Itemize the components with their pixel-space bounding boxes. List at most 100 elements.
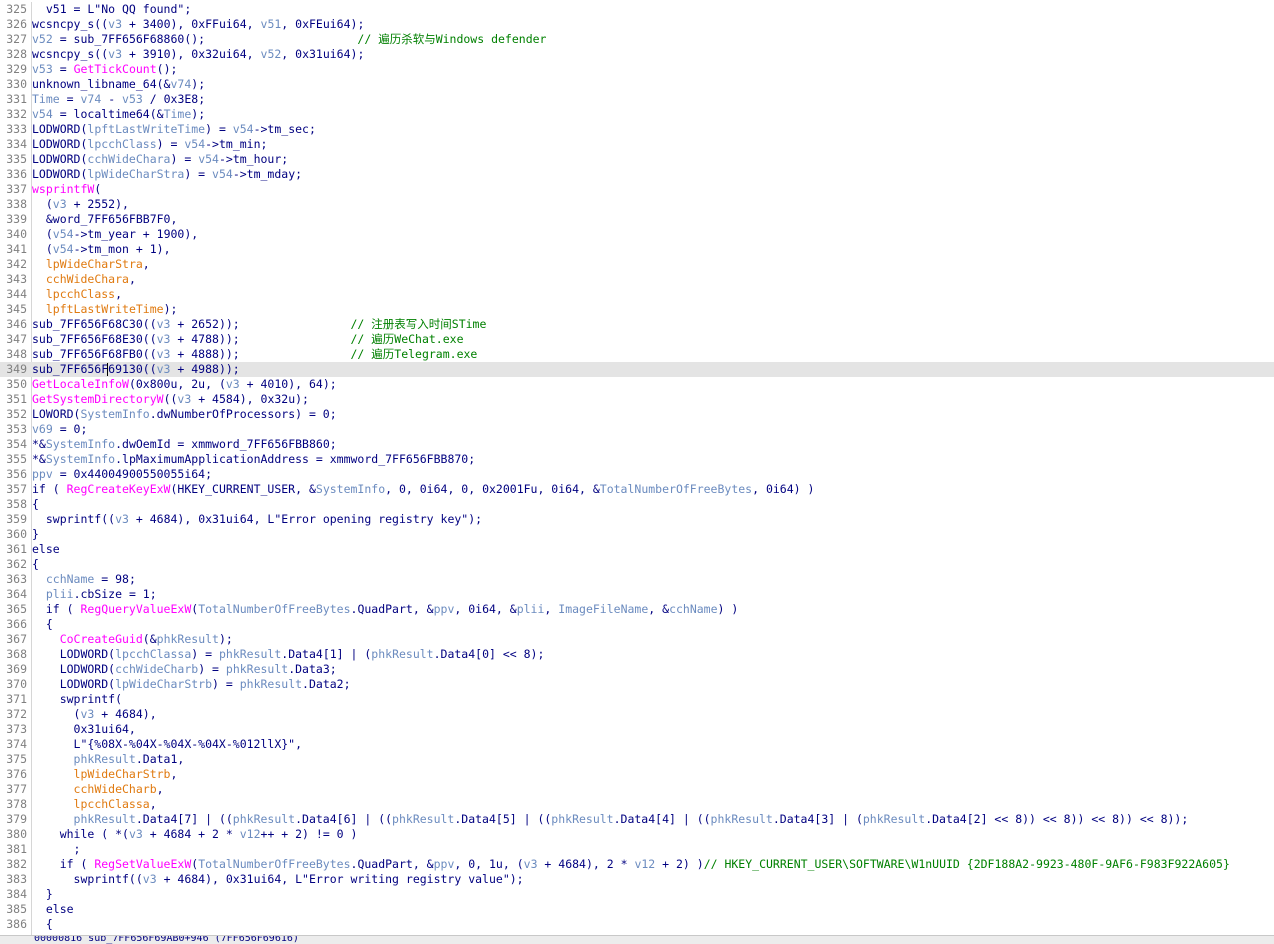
token-variable[interactable]: lpWideCharStra (87, 167, 184, 181)
code-content[interactable]: sub_7FF656F68FB0((v3 + 4888)); // 遍历Tele… (32, 347, 477, 362)
token-variable[interactable]: plii (517, 602, 545, 616)
token-variable[interactable]: v3 (157, 317, 171, 331)
code-content[interactable]: if ( RegQueryValueExW(TotalNumberOfFreeB… (32, 602, 738, 617)
code-content[interactable]: lpftLastWriteTime); (32, 302, 178, 317)
code-line[interactable]: 350 GetLocaleInfoW(0x800u, 2u, (v3 + 4010… (0, 377, 1274, 392)
code-content[interactable]: *&SystemInfo.lpMaximumApplicationAddress… (32, 452, 475, 467)
code-content[interactable]: wcsncpy_s((v3 + 3400), 0xFFui64, v51, 0x… (32, 17, 364, 32)
code-content[interactable]: LODWORD(lpcchClassa) = phkResult.Data4[1… (32, 647, 545, 662)
code-content[interactable]: ; (32, 842, 81, 857)
code-content[interactable]: { (32, 497, 39, 512)
token-variable[interactable]: v54 (53, 227, 74, 241)
token-argument[interactable]: lpftLastWriteTime (46, 302, 164, 316)
token-function-name[interactable]: GetSystemDirectoryW (32, 392, 164, 406)
code-content[interactable]: lpcchClass, (32, 287, 122, 302)
code-line[interactable]: 327 v52 = sub_7FF656F68860(); // 遍历杀软与Win… (0, 32, 1274, 47)
code-content[interactable]: LODWORD(lpcchClass) = v54->tm_min; (32, 137, 267, 152)
code-line[interactable]: 345 lpftLastWriteTime); (0, 302, 1274, 317)
token-variable[interactable]: v74 (170, 77, 191, 91)
code-content[interactable]: v51 = L"No QQ found"; (32, 2, 191, 17)
code-line[interactable]: 336 LODWORD(lpWideCharStra) = v54->tm_mda… (0, 167, 1274, 182)
token-variable[interactable]: v54 (198, 152, 219, 166)
token-variable[interactable]: ImageFileName (558, 602, 648, 616)
code-content[interactable]: sub_7FF656F69130((v3 + 4988)); (32, 362, 240, 377)
code-content[interactable]: while ( *(v3 + 4684 + 2 * v12++ + 2) != … (32, 827, 358, 842)
code-content[interactable]: LODWORD(cchWideCharb) = phkResult.Data3; (32, 662, 337, 677)
code-content[interactable]: { (32, 917, 53, 932)
code-line[interactable]: 341 (v54->tm_mon + 1), (0, 242, 1274, 257)
code-line[interactable]: 366 { (0, 617, 1274, 632)
code-content[interactable]: 0x31ui64, (32, 722, 136, 737)
code-line[interactable]: 344 lpcchClass, (0, 287, 1274, 302)
code-line[interactable]: 377 cchWideCharb, (0, 782, 1274, 797)
token-variable[interactable]: cchWideCharb (115, 662, 198, 676)
code-line[interactable]: 356 ppv = 0x44004900550055i64; (0, 467, 1274, 482)
code-content[interactable]: { (32, 617, 53, 632)
token-variable[interactable]: v3 (115, 512, 129, 526)
code-line[interactable]: 371 swprintf( (0, 692, 1274, 707)
token-variable[interactable]: TotalNumberOfFreeBytes (198, 602, 350, 616)
code-content[interactable]: else (32, 542, 60, 557)
token-variable[interactable]: v3 (53, 197, 67, 211)
token-variable[interactable]: v53 (122, 92, 143, 106)
token-argument[interactable]: lpWideCharStrb (74, 767, 171, 781)
code-content[interactable]: L"{%08X-%04X-%04X-%04X-%012llX}", (32, 737, 303, 752)
code-line[interactable]: 333 LODWORD(lpftLastWriteTime) = v54->tm_… (0, 122, 1274, 137)
token-argument[interactable]: cchWideChara (46, 272, 129, 286)
code-content[interactable]: swprintf((v3 + 4684), 0x31ui64, L"Error … (32, 872, 524, 887)
code-content[interactable]: (v3 + 2552), (32, 197, 129, 212)
code-line[interactable]: 385 else (0, 902, 1274, 917)
code-line[interactable]: 326 wcsncpy_s((v3 + 3400), 0xFFui64, v51,… (0, 17, 1274, 32)
code-line[interactable]: 370 LODWORD(lpWideCharStrb) = phkResult.… (0, 677, 1274, 692)
token-variable[interactable]: phkResult (74, 752, 136, 766)
token-variable[interactable]: phkResult (226, 662, 288, 676)
code-content[interactable]: plii.cbSize = 1; (32, 587, 157, 602)
token-variable[interactable]: SystemInfo (80, 407, 149, 421)
code-content[interactable]: cchWideChara, (32, 272, 136, 287)
code-content[interactable]: phkResult.Data4[7] | ((phkResult.Data4[6… (32, 812, 1189, 827)
code-line[interactable]: 372 (v3 + 4684), (0, 707, 1274, 722)
token-variable[interactable]: v3 (80, 707, 94, 721)
code-content[interactable]: (v54->tm_mon + 1), (32, 242, 171, 257)
token-variable[interactable]: Time (164, 107, 192, 121)
code-line[interactable]: 384 } (0, 887, 1274, 902)
code-line[interactable]: 342 lpWideCharStra, (0, 257, 1274, 272)
token-variable[interactable]: v3 (524, 857, 538, 871)
code-line[interactable]: 339 &word_7FF656FBB7F0, (0, 212, 1274, 227)
token-variable[interactable]: plii (46, 587, 74, 601)
code-line[interactable]: 328 wcsncpy_s((v3 + 3910), 0x32ui64, v52,… (0, 47, 1274, 62)
token-variable[interactable]: lpftLastWriteTime (87, 122, 205, 136)
code-line[interactable]: 359 swprintf((v3 + 4684), 0x31ui64, L"Er… (0, 512, 1274, 527)
code-content[interactable]: { (32, 557, 39, 572)
token-function-name[interactable]: CoCreateGuid (60, 632, 143, 646)
code-content[interactable]: if ( RegCreateKeyExW(HKEY_CURRENT_USER, … (32, 482, 814, 497)
token-function-name[interactable]: RegQueryValueExW (80, 602, 191, 616)
code-content[interactable]: ppv = 0x44004900550055i64; (32, 467, 212, 482)
token-variable[interactable]: v69 (32, 422, 53, 436)
token-variable[interactable]: v3 (129, 827, 143, 841)
code-line[interactable]: 369 LODWORD(cchWideCharb) = phkResult.Da… (0, 662, 1274, 677)
code-line[interactable]: 325 v51 = L"No QQ found"; (0, 2, 1274, 17)
code-line[interactable]: 348 sub_7FF656F68FB0((v3 + 4888)); // 遍历T… (0, 347, 1274, 362)
code-content[interactable]: GetSystemDirectoryW((v3 + 4584), 0x32u); (32, 392, 309, 407)
code-line[interactable]: 357 if ( RegCreateKeyExW(HKEY_CURRENT_USE… (0, 482, 1274, 497)
code-line[interactable]: 329 v53 = GetTickCount(); (0, 62, 1274, 77)
token-variable[interactable]: SystemInfo (46, 452, 115, 466)
token-variable[interactable]: v3 (157, 332, 171, 346)
token-variable[interactable]: phkResult (392, 812, 454, 826)
token-function-name[interactable]: wsprintfW (32, 182, 94, 196)
token-variable[interactable]: phkResult (863, 812, 925, 826)
token-variable[interactable]: ppv (434, 602, 455, 616)
code-content[interactable]: (v3 + 4684), (32, 707, 157, 722)
code-content[interactable]: lpWideCharStrb, (32, 767, 178, 782)
code-line[interactable]: 383 swprintf((v3 + 4684), 0x31ui64, L"Er… (0, 872, 1274, 887)
token-variable[interactable]: v51 (261, 17, 282, 31)
code-line[interactable]: 386 { (0, 917, 1274, 932)
code-line[interactable]: 364 plii.cbSize = 1; (0, 587, 1274, 602)
code-line[interactable]: 378 lpcchClassa, (0, 797, 1274, 812)
token-variable[interactable]: phkResult (371, 647, 433, 661)
token-variable[interactable]: ppv (434, 857, 455, 871)
pseudocode-editor[interactable]: 325 v51 = L"No QQ found"; 326 wcsncpy_s((v… (0, 0, 1274, 935)
token-function-name[interactable]: GetTickCount (74, 62, 157, 76)
token-variable[interactable]: v54 (32, 107, 53, 121)
